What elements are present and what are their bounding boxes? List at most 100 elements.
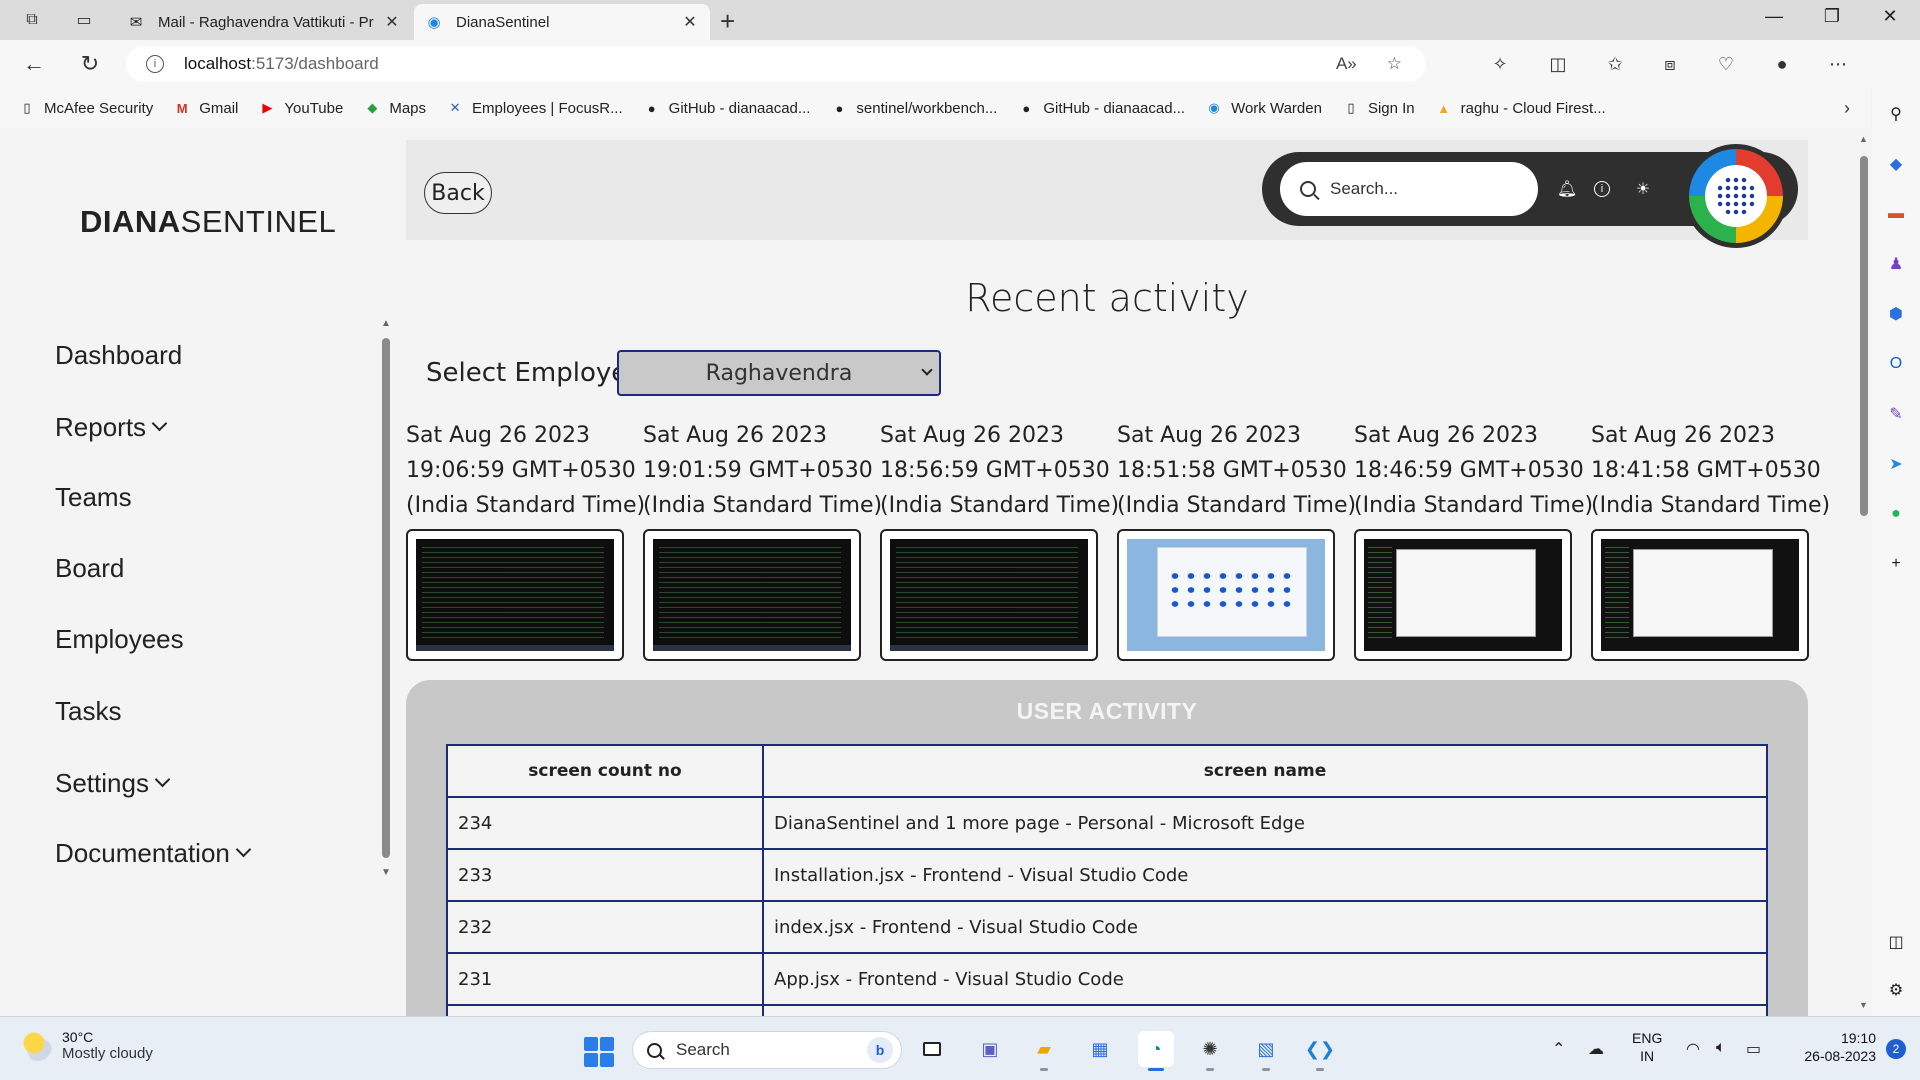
bookmark-github-1[interactable]: ● GitHub - dianaacad... [643,99,811,117]
screenshot-card[interactable]: Sat Aug 26 2023 18:46:59 GMT+0530 (India… [1354,418,1593,661]
screenshot-card[interactable]: Sat Aug 26 2023 19:06:59 GMT+0530 (India… [406,418,645,661]
screenshot-thumbnail[interactable] [653,539,851,651]
hide-sidebar-icon[interactable]: ◫ [1884,930,1908,954]
bookmark-sign-in[interactable]: ▯ Sign In [1342,99,1414,117]
bookmark-youtube[interactable]: ▶ YouTube [258,99,343,117]
sun-icon[interactable]: ☀ [1632,178,1654,200]
screenshot-thumbnail[interactable] [416,539,614,651]
page-scrollbar[interactable]: ▲ ▼ [1856,128,1872,1016]
battery-icon[interactable]: ▭ [1746,1039,1761,1059]
bookmark-work-warden[interactable]: ◉ Work Warden [1205,99,1322,117]
system-clock[interactable]: 19:10 26-08-2023 [1804,1029,1876,1065]
edge-browser-icon[interactable]: ◔ [1138,1031,1174,1071]
scroll-down-arrow-icon[interactable]: ▼ [1859,1000,1868,1010]
settings-gear-icon[interactable]: ⚙ [1884,978,1908,1002]
screenshot-thumbnail[interactable] [1601,539,1799,651]
scroll-up-arrow-icon[interactable]: ▲ [381,318,391,329]
collections-icon[interactable]: ⧈ [1658,52,1682,76]
remote-desktop-icon[interactable]: ▧ [1248,1031,1284,1071]
close-icon[interactable]: ✕ [382,12,402,32]
url-field[interactable]: i localhost:5173/dashboard A» ☆ [126,46,1426,82]
site-info-icon[interactable]: i [146,55,164,73]
input-language[interactable]: ENG IN [1632,1029,1662,1065]
search-input[interactable]: Search... [1280,162,1538,216]
info-icon[interactable]: i [1594,181,1610,197]
more-menu-icon[interactable]: ⋯ [1826,52,1850,76]
close-window-button[interactable]: ✕ [1870,6,1910,27]
taskbar-search[interactable]: Search b [632,1031,902,1069]
employee-select[interactable]: Raghavendra [617,350,941,396]
screenshot-thumbnail[interactable] [1364,539,1562,651]
nav-settings[interactable]: Settings [55,768,171,799]
tab-actions-icon[interactable]: ▭ [72,8,96,32]
chevron-up-icon[interactable]: ⌃ [1552,1039,1565,1059]
notification-badge[interactable]: 2 [1886,1039,1906,1059]
tools-icon[interactable]: ▬ [1884,202,1908,226]
scrollbar-thumb[interactable] [1860,156,1868,516]
tab-dianasentinel[interactable]: ◉ DianaSentinel ✕ [414,4,710,40]
new-tab-button[interactable]: + [720,6,735,37]
close-icon[interactable]: ✕ [680,12,700,32]
bell-icon[interactable]: 🔔︎ [1556,178,1578,200]
bookmark-firebase[interactable]: ▲ raghu - Cloud Firest... [1435,99,1606,117]
add-app-icon[interactable]: + [1884,552,1908,576]
weather-widget[interactable]: 30°C Mostly cloudy [22,1029,153,1062]
bookmark-mcafee[interactable]: ▯ McAfee Security [18,99,153,117]
avatar[interactable] [1684,144,1788,248]
read-aloud-icon[interactable]: A» [1336,54,1357,74]
teams-chat-icon[interactable]: ▣ [972,1031,1008,1067]
screenshot-card[interactable]: Sat Aug 26 2023 18:51:58 GMT+0530 (India… [1117,418,1356,661]
screenshot-thumbnail[interactable] [1127,539,1325,651]
profile-icon[interactable]: ● [1770,52,1794,76]
nav-documentation[interactable]: Documentation [55,838,252,869]
tab-mail[interactable]: ✉ Mail - Raghavendra Vattikuti - Pr ✕ [116,4,412,40]
send-icon[interactable]: ➤ [1884,452,1908,476]
nav-teams[interactable]: Teams [55,482,132,513]
restore-button[interactable]: ❐ [1812,6,1852,27]
workspaces-icon[interactable]: ⧉ [20,8,44,32]
shopping-icon[interactable]: ◆ [1884,152,1908,176]
screenshot-card[interactable]: Sat Aug 26 2023 19:01:59 GMT+0530 (India… [643,418,882,661]
search-icon[interactable]: ⚲ [1884,102,1908,126]
designer-icon[interactable]: ✎ [1884,402,1908,426]
bookmarks-overflow-chevron-icon[interactable]: › [1844,98,1850,119]
windows-start-icon[interactable] [584,1037,614,1067]
scroll-up-arrow-icon[interactable]: ▲ [1859,134,1868,144]
bookmark-sentinel-workbench[interactable]: ● sentinel/workbench... [830,99,997,117]
network-globe-icon[interactable]: ☁ [1588,1039,1604,1059]
browser-essentials-icon[interactable]: ♡ [1714,52,1738,76]
vscode-icon[interactable]: ❮❯ [1302,1031,1338,1071]
nav-tasks[interactable]: Tasks [55,696,121,727]
scrollbar-thumb[interactable] [382,338,390,858]
task-view-icon[interactable] [914,1031,950,1067]
microsoft365-icon[interactable]: ⬢ [1884,302,1908,326]
nav-dashboard[interactable]: Dashboard [55,340,182,371]
bookmark-maps[interactable]: ◆ Maps [363,99,426,117]
outlook-icon[interactable]: O [1884,352,1908,376]
nav-board[interactable]: Board [55,553,124,584]
bookmark-gmail[interactable]: M Gmail [173,99,239,117]
bookmark-focusr[interactable]: ✕ Employees | FocusR... [446,99,623,117]
chatgpt-icon[interactable]: ✺ [1192,1031,1228,1071]
favorite-star-icon[interactable]: ☆ [1387,54,1402,74]
extensions-icon[interactable]: ✧ [1488,52,1512,76]
sidebar-scrollbar[interactable]: ▲ ▼ [380,318,392,878]
refresh-icon[interactable]: ↻ [76,50,104,78]
minimize-button[interactable]: — [1754,6,1794,27]
file-explorer-icon[interactable]: ▰ [1026,1031,1062,1071]
screenshot-thumbnail[interactable] [890,539,1088,651]
scroll-down-arrow-icon[interactable]: ▼ [381,867,391,878]
favorites-icon[interactable]: ✩ [1603,52,1627,76]
split-screen-icon[interactable]: ◫ [1546,52,1570,76]
bookmark-github-2[interactable]: ● GitHub - dianaacad... [1017,99,1185,117]
spotify-icon[interactable]: ● [1884,502,1908,526]
wifi-icon[interactable]: ◠ [1686,1039,1700,1059]
games-icon[interactable]: ♟ [1884,252,1908,276]
back-arrow-icon[interactable]: ← [20,50,48,78]
nav-reports[interactable]: Reports [55,412,168,443]
nav-employees[interactable]: Employees [55,624,184,655]
volume-icon[interactable]: 🔈︎ [1716,1039,1726,1057]
microsoft-store-icon[interactable]: ▦ [1082,1031,1118,1067]
screenshot-card[interactable]: Sat Aug 26 2023 18:56:59 GMT+0530 (India… [880,418,1119,661]
back-button[interactable]: Back [424,172,492,214]
